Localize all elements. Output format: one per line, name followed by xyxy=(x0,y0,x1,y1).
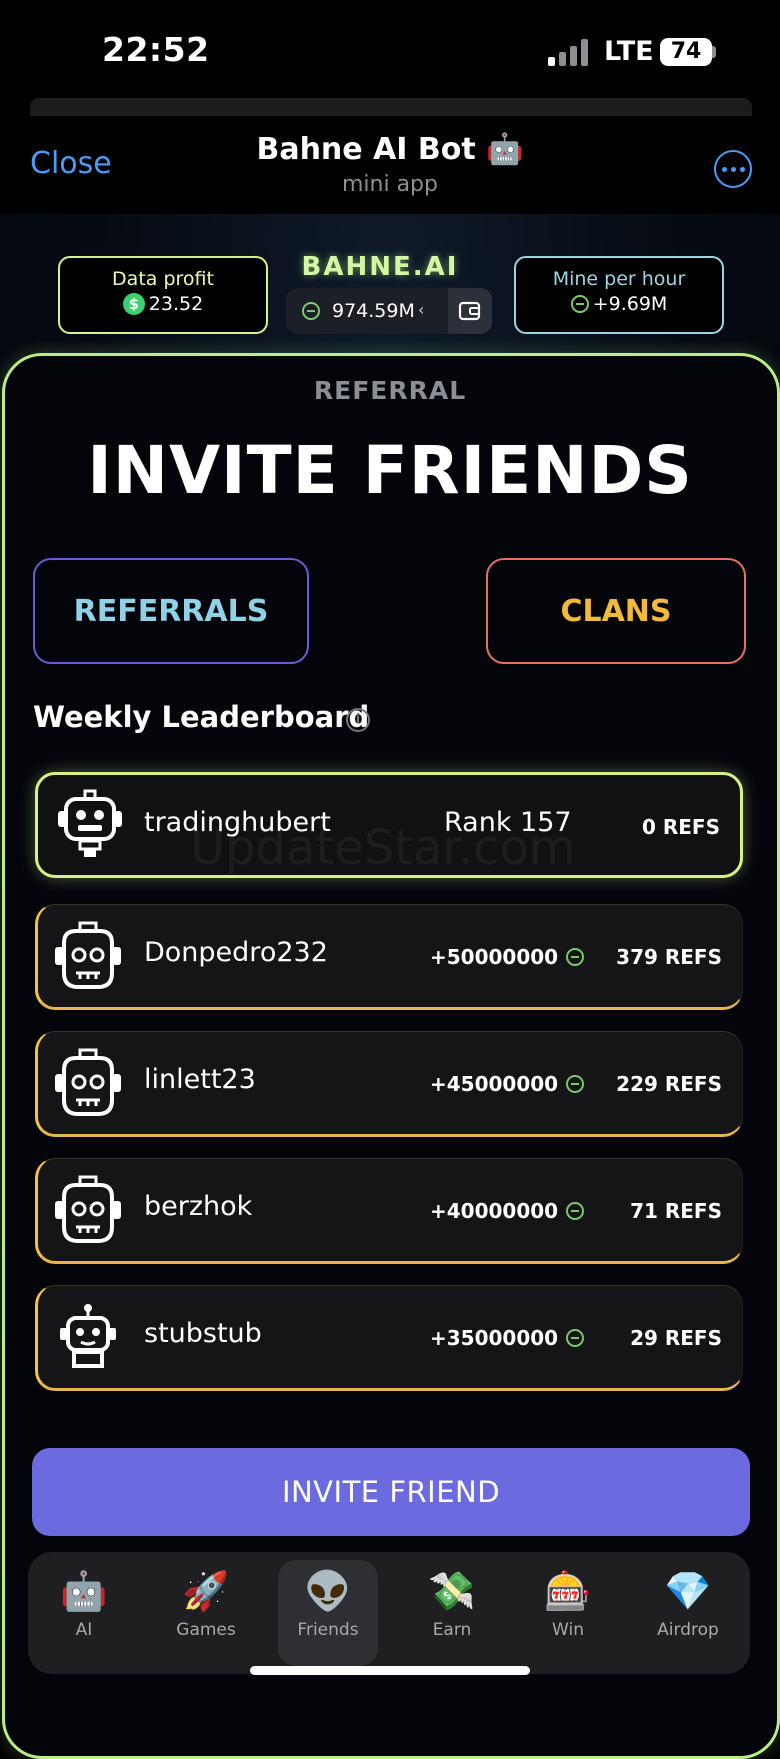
money-icon: 💸 xyxy=(428,1569,476,1613)
nav-label: Games xyxy=(176,1620,236,1640)
more-dot-icon xyxy=(721,166,727,172)
battery-cap xyxy=(712,46,716,58)
robot-face-avatar-icon xyxy=(55,921,121,989)
leaderboard-username: stubstub xyxy=(144,1318,262,1349)
invite-friend-button[interactable]: INVITE FRIEND xyxy=(32,1448,750,1536)
leaderboard-row: berzhok +40000000 71 REFS xyxy=(35,1158,743,1264)
brand-logo: BAHNE.AI xyxy=(301,252,459,282)
nav-item-earn[interactable]: 💸 Earn xyxy=(402,1560,502,1666)
data-profit-value: 23.52 xyxy=(148,293,204,315)
leaderboard-username: berzhok xyxy=(144,1191,253,1222)
leaderboard-title: Weekly Leaderboard xyxy=(33,700,370,734)
balance-pill: 974.59M ‹ xyxy=(286,288,492,334)
status-time: 22:52 xyxy=(102,30,210,69)
wallet-button[interactable] xyxy=(448,288,492,334)
sheet-grabber xyxy=(30,98,752,116)
coin-icon xyxy=(566,948,585,966)
slot-machine-icon: 🎰 xyxy=(544,1569,592,1613)
leaderboard-points: +50000000 xyxy=(430,945,559,969)
balance-value: 974.59M xyxy=(332,300,415,322)
coin-icon xyxy=(302,302,320,320)
mine-per-hour-value: +9.69M xyxy=(592,293,668,315)
battery-icon: 74 xyxy=(660,38,712,66)
info-icon[interactable]: i xyxy=(346,708,370,732)
leaderboard-username: linlett23 xyxy=(144,1064,256,1095)
wallet-icon xyxy=(458,301,481,321)
nav-label: Earn xyxy=(432,1620,472,1640)
nav-item-friends[interactable]: 👽 Friends xyxy=(278,1560,378,1666)
mine-per-hour-label: Mine per hour xyxy=(552,268,686,290)
nav-label: Airdrop xyxy=(657,1620,719,1640)
app-subtitle: mini app xyxy=(341,172,438,197)
app-title: Bahne AI Bot 🤖 xyxy=(256,132,524,167)
leaderboard-points: +40000000 xyxy=(430,1199,559,1223)
nav-label: Win xyxy=(552,1620,584,1640)
robot-avatar-icon xyxy=(58,789,122,857)
diamond-icon: 💎 xyxy=(664,1569,712,1613)
coin-icon xyxy=(566,1329,585,1347)
balance-arrow: ‹ xyxy=(418,300,425,319)
leaderboard-username: Donpedro232 xyxy=(144,937,328,968)
leaderboard-points: +35000000 xyxy=(430,1326,559,1350)
network-type: LTE xyxy=(604,36,654,67)
coin-icon xyxy=(566,1202,585,1220)
nav-item-ai[interactable]: 🤖 AI xyxy=(34,1560,134,1666)
nav-item-games[interactable]: 🚀 Games xyxy=(156,1560,256,1666)
robot-icon: 🤖 xyxy=(60,1569,108,1613)
leaderboard-refs: 29 REFS xyxy=(630,1326,722,1350)
robot-face-avatar-icon xyxy=(55,1175,121,1243)
nav-label: AI xyxy=(75,1620,93,1640)
tab-clans[interactable]: CLANS xyxy=(486,558,746,664)
rocket-icon: 🚀 xyxy=(182,1569,230,1613)
leaderboard-refs: 71 REFS xyxy=(630,1199,722,1223)
coin-icon xyxy=(566,1075,585,1093)
robot-face-avatar-icon xyxy=(55,1048,121,1116)
leaderboard-refs: 229 REFS xyxy=(616,1072,722,1096)
leaderboard-row: stubstub +35000000 29 REFS xyxy=(35,1285,743,1391)
dollar-coin-icon: $ xyxy=(122,293,145,315)
data-profit-label: Data profit xyxy=(112,268,214,290)
section-label: REFERRAL xyxy=(313,376,467,405)
bottom-nav: 🤖 AI 🚀 Games 👽 Friends 💸 Earn 🎰 Win 💎 Ai… xyxy=(28,1552,750,1674)
nav-item-airdrop[interactable]: 💎 Airdrop xyxy=(638,1560,738,1666)
close-button[interactable]: Close xyxy=(30,146,112,181)
more-options-button[interactable] xyxy=(714,150,752,188)
page-title: INVITE FRIENDS xyxy=(87,432,693,509)
tab-referrals[interactable]: REFERRALS xyxy=(33,558,309,664)
signal-icon xyxy=(548,38,592,66)
alien-icon: 👽 xyxy=(304,1569,352,1613)
watermark: UpdateStar.com xyxy=(190,820,576,876)
data-profit-card: Data profit $ 23.52 xyxy=(58,256,268,334)
nav-item-win[interactable]: 🎰 Win xyxy=(518,1560,618,1666)
leaderboard-row: linlett23 +45000000 229 REFS xyxy=(35,1031,743,1137)
nav-label: Friends xyxy=(297,1620,359,1640)
leaderboard-row: Donpedro232 +50000000 379 REFS xyxy=(35,904,743,1010)
my-refs: 0 REFS xyxy=(641,815,720,839)
leaderboard-points: +45000000 xyxy=(430,1072,559,1096)
cute-robot-avatar-icon xyxy=(60,1304,116,1368)
home-indicator[interactable] xyxy=(250,1666,530,1675)
coin-icon xyxy=(570,295,589,313)
leaderboard-refs: 379 REFS xyxy=(616,945,722,969)
mine-per-hour-card: Mine per hour +9.69M xyxy=(514,256,724,334)
